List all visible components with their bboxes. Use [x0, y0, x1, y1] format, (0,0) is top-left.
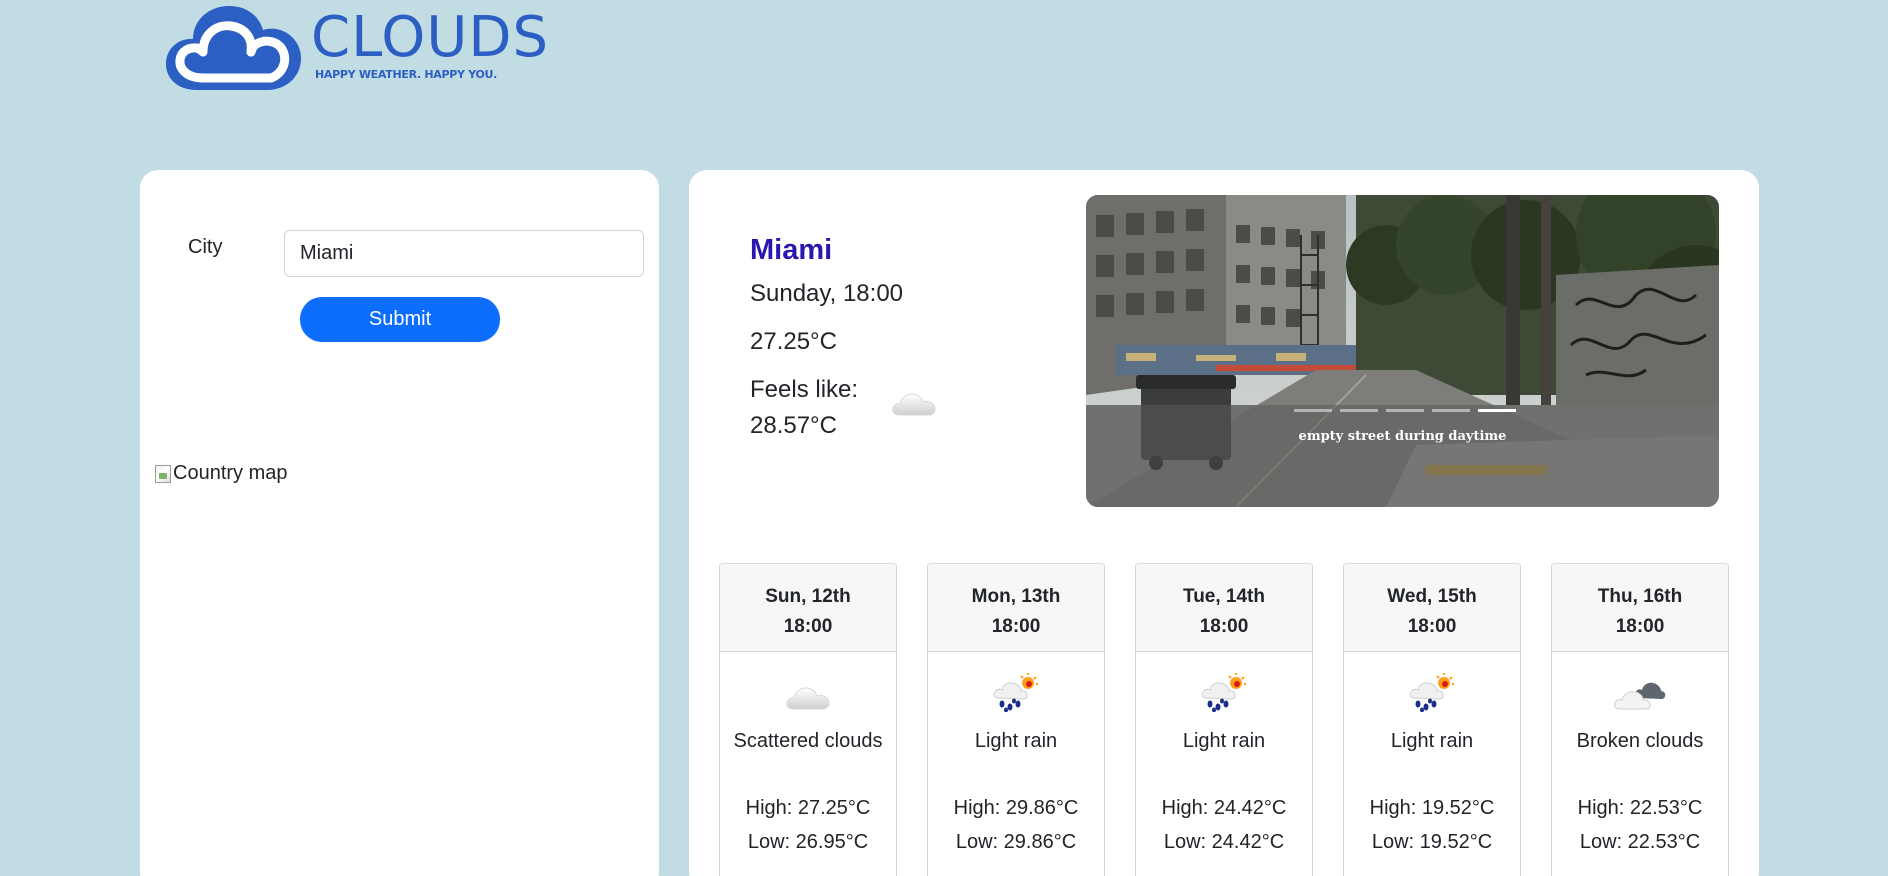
city-input[interactable]: [284, 230, 644, 277]
light-rain-icon: [928, 652, 1104, 712]
forecast-low: Low: 24.42°C: [1163, 831, 1285, 853]
light-rain-icon: [1136, 652, 1312, 712]
forecast-day: Thu, 16th: [1597, 586, 1683, 607]
search-panel: City Submit Country map: [140, 170, 659, 876]
forecast-card-header: Wed, 15th 18:00: [1344, 564, 1520, 652]
carousel-indicator[interactable]: [1340, 409, 1378, 412]
forecast-time: 18:00: [1407, 616, 1457, 637]
broken-clouds-icon: [1552, 652, 1728, 712]
forecast-card-header: Sun, 12th 18:00: [720, 564, 896, 652]
forecast-high: High: 22.53°C: [1577, 797, 1703, 819]
carousel-indicator[interactable]: [1386, 409, 1424, 412]
current-city-name: Miami: [750, 234, 833, 266]
forecast-card-header: Tue, 14th 18:00: [1136, 564, 1312, 652]
feels-like-value: 28.57°C: [750, 412, 837, 439]
submit-button[interactable]: Submit: [300, 297, 500, 342]
forecast-low: Low: 19.52°C: [1371, 831, 1493, 853]
carousel-caption-backdrop: [1086, 405, 1719, 507]
forecast-description: Light rain: [1390, 730, 1474, 752]
forecast-day: Mon, 13th: [971, 586, 1061, 607]
weather-panel: Miami Sunday, 18:00 27.25°C Feels like: …: [689, 170, 1759, 876]
forecast-card: Sun, 12th 18:00 Scattered clouds High: 2…: [719, 563, 897, 876]
forecast-list: Sun, 12th 18:00 Scattered clouds High: 2…: [719, 563, 1729, 876]
forecast-time: 18:00: [1615, 616, 1665, 637]
forecast-card: Wed, 15th 18:00 Light rain High: 19.52°C…: [1343, 563, 1521, 876]
forecast-card-header: Thu, 16th 18:00: [1552, 564, 1728, 652]
scattered-clouds-icon: [720, 652, 896, 712]
image-carousel[interactable]: empty street during daytime: [1086, 195, 1719, 507]
forecast-card: Thu, 16th 18:00 Broken clouds High: 22.5…: [1551, 563, 1729, 876]
forecast-day: Sun, 12th: [765, 586, 851, 607]
carousel-indicator[interactable]: [1432, 409, 1470, 412]
forecast-card: Tue, 14th 18:00 Light rain High: 24.42°C…: [1135, 563, 1313, 876]
forecast-day: Wed, 15th: [1387, 586, 1477, 607]
broken-image-icon: [155, 464, 171, 483]
country-map-alt-text: Country map: [173, 462, 288, 484]
forecast-description: Scattered clouds: [733, 730, 883, 752]
country-map-image: Country map: [155, 462, 288, 485]
current-datetime: Sunday, 18:00: [750, 280, 904, 307]
carousel-indicators: [1294, 409, 1516, 412]
forecast-low: Low: 29.86°C: [955, 831, 1077, 853]
forecast-high: High: 29.86°C: [953, 797, 1079, 819]
forecast-time: 18:00: [991, 616, 1041, 637]
forecast-low: Low: 22.53°C: [1579, 831, 1701, 853]
forecast-description: Broken clouds: [1576, 730, 1704, 752]
brand-logo[interactable]: CLOUDS HAPPY WEATHER. HAPPY YOU.: [163, 2, 549, 92]
scattered-clouds-icon: [891, 388, 937, 423]
cloud-logo-icon: [165, 6, 301, 90]
forecast-time: 18:00: [1199, 616, 1249, 637]
forecast-high: High: 27.25°C: [745, 797, 871, 819]
brand-title: CLOUDS: [311, 5, 550, 70]
carousel-indicator-active[interactable]: [1478, 409, 1516, 412]
forecast-description: Light rain: [1182, 730, 1266, 752]
forecast-description: Light rain: [974, 730, 1058, 752]
forecast-time: 18:00: [783, 616, 833, 637]
forecast-high: High: 24.42°C: [1161, 797, 1287, 819]
feels-like-label: Feels like:: [750, 376, 859, 403]
carousel-indicator[interactable]: [1294, 409, 1332, 412]
forecast-card: Mon, 13th 18:00 Light rain High: 29.86°C…: [927, 563, 1105, 876]
forecast-day: Tue, 14th: [1183, 586, 1265, 607]
city-label: City: [188, 236, 223, 258]
light-rain-icon: [1344, 652, 1520, 712]
current-temperature: 27.25°C: [750, 328, 837, 355]
forecast-card-header: Mon, 13th 18:00: [928, 564, 1104, 652]
forecast-low: Low: 26.95°C: [747, 831, 869, 853]
carousel-caption: empty street during daytime: [1298, 429, 1507, 444]
forecast-high: High: 19.52°C: [1369, 797, 1495, 819]
